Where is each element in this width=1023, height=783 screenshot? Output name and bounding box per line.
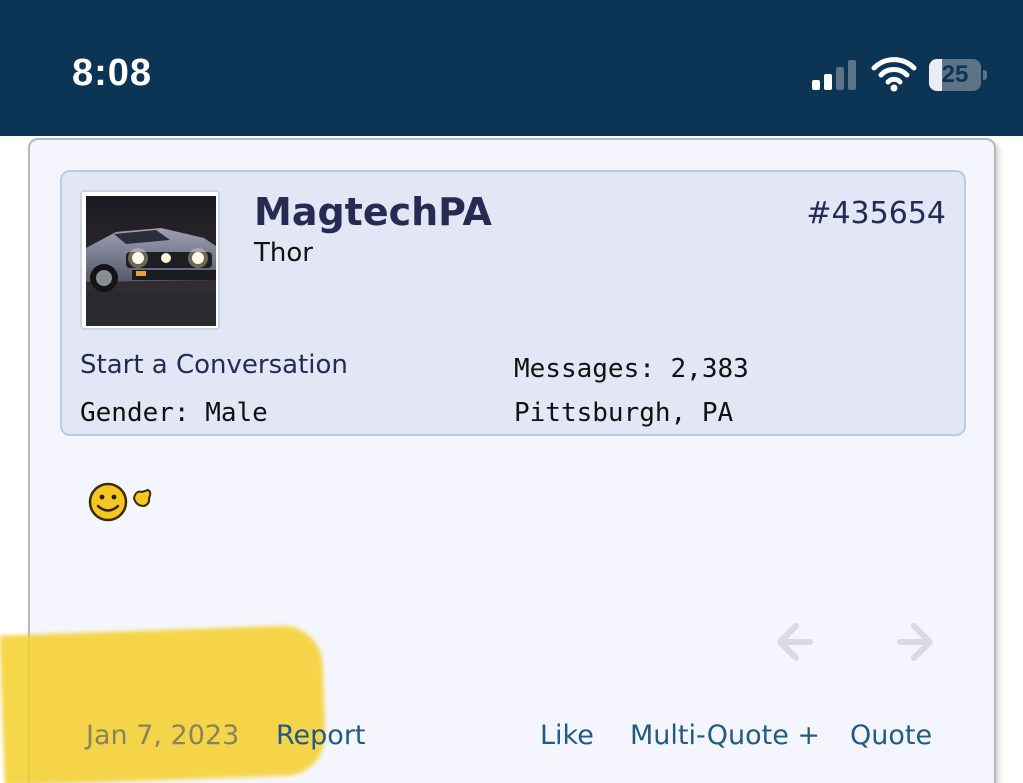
post-number-link[interactable]: #435654 — [806, 196, 946, 231]
post-card: MagtechPA Thor #435654 Start a Conversat… — [0, 138, 996, 783]
avatar[interactable] — [80, 190, 220, 330]
gender-field: Gender: Male — [80, 398, 268, 428]
like-link[interactable]: Like — [540, 720, 594, 751]
battery-icon: 25 — [929, 59, 987, 91]
wifi-icon — [870, 56, 918, 92]
start-conversation-link[interactable]: Start a Conversation — [80, 350, 348, 380]
user-info-block: MagtechPA Thor #435654 Start a Conversat… — [60, 170, 966, 436]
yellow-highlight-mark — [0, 624, 327, 783]
user-title: Thor — [254, 238, 313, 268]
page-content: MagtechPA Thor #435654 Start a Conversat… — [0, 136, 1023, 783]
cellular-signal-icon — [812, 60, 860, 90]
next-post-arrow-icon[interactable] — [896, 620, 940, 664]
smiley-waving-icon — [88, 482, 152, 522]
battery-level: 25 — [941, 61, 969, 88]
status-time: 8:08 — [72, 52, 153, 94]
username[interactable]: MagtechPA — [254, 190, 492, 234]
post-date: Jan 7, 2023 — [86, 720, 240, 751]
previous-post-arrow-icon[interactable] — [770, 620, 814, 664]
quote-link[interactable]: Quote — [850, 720, 932, 751]
multi-quote-link[interactable]: Multi-Quote + — [630, 720, 820, 751]
report-link[interactable]: Report — [276, 720, 366, 751]
message-count: Messages: 2,383 — [514, 354, 749, 384]
mustang-car-avatar-icon — [86, 196, 216, 326]
status-bar: 8:08 25 — [0, 0, 1023, 136]
post-body — [86, 476, 166, 522]
location-field: Pittsburgh, PA — [514, 398, 734, 428]
